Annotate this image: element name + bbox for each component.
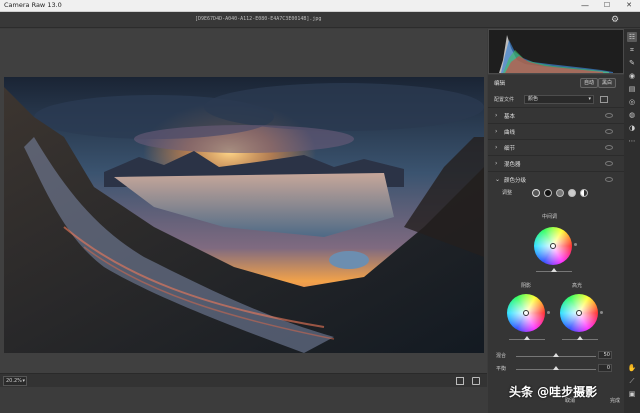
auto-button[interactable]: 自动 [580, 78, 599, 88]
gear-icon[interactable]: ⚙ [611, 15, 621, 25]
balance-row: 平衡 0 [488, 364, 624, 374]
section-color-mixer[interactable]: › 混色器 [488, 155, 624, 171]
toggle-icon[interactable]: ▣ [627, 389, 637, 399]
profile-label: 配置文件 [494, 97, 515, 103]
eye-icon[interactable] [605, 177, 613, 182]
healing-icon[interactable]: ✎ [627, 58, 637, 68]
mask-icon[interactable]: ◉ [627, 71, 637, 81]
slider-thumb[interactable] [551, 268, 557, 272]
file-bar: [D9E67D4D-A040-A112-E080-E4A7C3E0014B].j… [0, 12, 640, 28]
profile-select[interactable]: 颜色 ▾ [524, 95, 594, 104]
eye-icon[interactable] [605, 161, 613, 166]
wheel-handle[interactable] [550, 243, 556, 249]
chevron-right-icon: › [495, 128, 498, 135]
panel-title: 编辑 [494, 81, 506, 87]
redeye-icon[interactable]: ◍ [627, 110, 637, 120]
image-canvas [0, 29, 487, 373]
crop-icon[interactable]: ⌗ [627, 45, 637, 55]
midtones-color-wheel[interactable] [534, 227, 572, 265]
wheel-side-dot [574, 243, 577, 246]
canvas-bottom-bar: 20.2% ▾ [0, 373, 487, 387]
balance-label: 平衡 [496, 366, 507, 372]
adjust-label: 调整 [502, 190, 513, 196]
balance-slider[interactable] [516, 366, 596, 370]
edit-panel: 编辑 自动 黑白 配置文件 颜色 ▾ › 基本 › 曲线 › 细节 › 混色器 … [488, 75, 624, 413]
profile-value: 颜色 [528, 96, 539, 102]
eyedropper-icon[interactable]: ⟋ [627, 376, 637, 386]
eye-icon[interactable] [605, 113, 613, 118]
section-basic[interactable]: › 基本 [488, 107, 624, 123]
app-title: Camera Raw 13.0 [4, 1, 62, 9]
eye-icon[interactable] [605, 145, 613, 150]
highlights-mode-icon[interactable] [568, 189, 576, 197]
tool-strip: ☷ ⌗ ✎ ◉ ▤ ◎ ◍ ◑ ⋯ ✋ ⟋ ▣ [624, 29, 640, 413]
slider-thumb[interactable] [553, 366, 559, 370]
edit-icon[interactable]: ☷ [627, 32, 637, 42]
section-label: 颜色分级 [504, 178, 527, 184]
section-label: 混色器 [504, 162, 521, 168]
presets-icon[interactable]: ◑ [627, 123, 637, 133]
chevron-right-icon: › [495, 160, 498, 167]
section-detail[interactable]: › 细节 [488, 139, 624, 155]
section-label: 曲线 [504, 130, 516, 136]
title-bar: Camera Raw 13.0 — ☐ ✕ [0, 0, 640, 12]
slider-thumb[interactable] [553, 353, 559, 357]
highlights-luminance-slider[interactable] [562, 336, 598, 340]
blending-value[interactable]: 50 [598, 351, 612, 359]
panel-header: 编辑 自动 黑白 [488, 75, 624, 93]
chevron-down-icon: ▾ [588, 96, 591, 102]
profile-browser-icon[interactable] [600, 96, 608, 103]
zoom-value: 20.2% [6, 378, 22, 384]
maximize-button[interactable]: ☐ [596, 0, 618, 12]
section-color-grading[interactable]: ⌄ 颜色分级 [488, 171, 624, 187]
landscape-photo[interactable] [4, 77, 484, 353]
more-icon[interactable]: ⋯ [627, 136, 637, 146]
filename-label: [D9E67D4D-A040-A112-E080-E4A7C3E0014B].j… [195, 16, 322, 22]
close-button[interactable]: ✕ [618, 0, 640, 12]
midtones-luminance-slider[interactable] [536, 268, 572, 272]
gradient-icon[interactable]: ▤ [627, 84, 637, 94]
zoom-select[interactable]: 20.2% ▾ [3, 376, 27, 386]
adjust-row: 调整 [488, 187, 624, 199]
done-button[interactable]: 完成 [610, 397, 620, 404]
slider-thumb[interactable] [524, 336, 530, 340]
shadows-mode-icon[interactable] [544, 189, 552, 197]
histogram [488, 29, 624, 74]
wheel-handle[interactable] [523, 310, 529, 316]
camera-raw-window: Camera Raw 13.0 — ☐ ✕ [D9E67D4D-A040-A11… [0, 0, 640, 413]
shadows-label: 阴影 [521, 283, 532, 289]
compare-view-icon[interactable] [472, 377, 480, 385]
eye-icon[interactable] [605, 129, 613, 134]
blending-label: 混合 [496, 353, 507, 359]
fit-view-icon[interactable] [456, 377, 464, 385]
blending-slider[interactable] [516, 353, 596, 357]
slider-thumb[interactable] [577, 336, 583, 340]
chevron-down-icon: ⌄ [495, 176, 501, 183]
section-label: 基本 [504, 114, 516, 120]
hand-icon[interactable]: ✋ [627, 363, 637, 373]
wheel-side-dot [600, 311, 603, 314]
minimize-button[interactable]: — [574, 0, 596, 12]
chevron-right-icon: › [495, 144, 498, 151]
midtones-label: 中间调 [542, 214, 558, 220]
midtones-mode-icon[interactable] [556, 189, 564, 197]
shadows-luminance-slider[interactable] [509, 336, 545, 340]
section-label: 细节 [504, 146, 516, 152]
wheel-side-dot [547, 311, 550, 314]
three-way-mode-icon[interactable] [532, 189, 540, 197]
radial-icon[interactable]: ◎ [627, 97, 637, 107]
global-mode-icon[interactable] [580, 189, 588, 197]
shadows-color-wheel[interactable] [507, 294, 545, 332]
chevron-right-icon: › [495, 112, 498, 119]
wheel-handle[interactable] [576, 310, 582, 316]
watermark-text: 头条 @哇步摄影 [509, 385, 598, 399]
highlights-label: 高光 [572, 283, 583, 289]
balance-value[interactable]: 0 [598, 364, 612, 372]
black-white-button[interactable]: 黑白 [598, 78, 617, 88]
blending-row: 混合 50 [488, 351, 624, 361]
highlights-color-wheel[interactable] [560, 294, 598, 332]
profile-row: 配置文件 颜色 ▾ [488, 93, 624, 107]
section-curve[interactable]: › 曲线 [488, 123, 624, 139]
chevron-down-icon: ▾ [22, 378, 25, 384]
